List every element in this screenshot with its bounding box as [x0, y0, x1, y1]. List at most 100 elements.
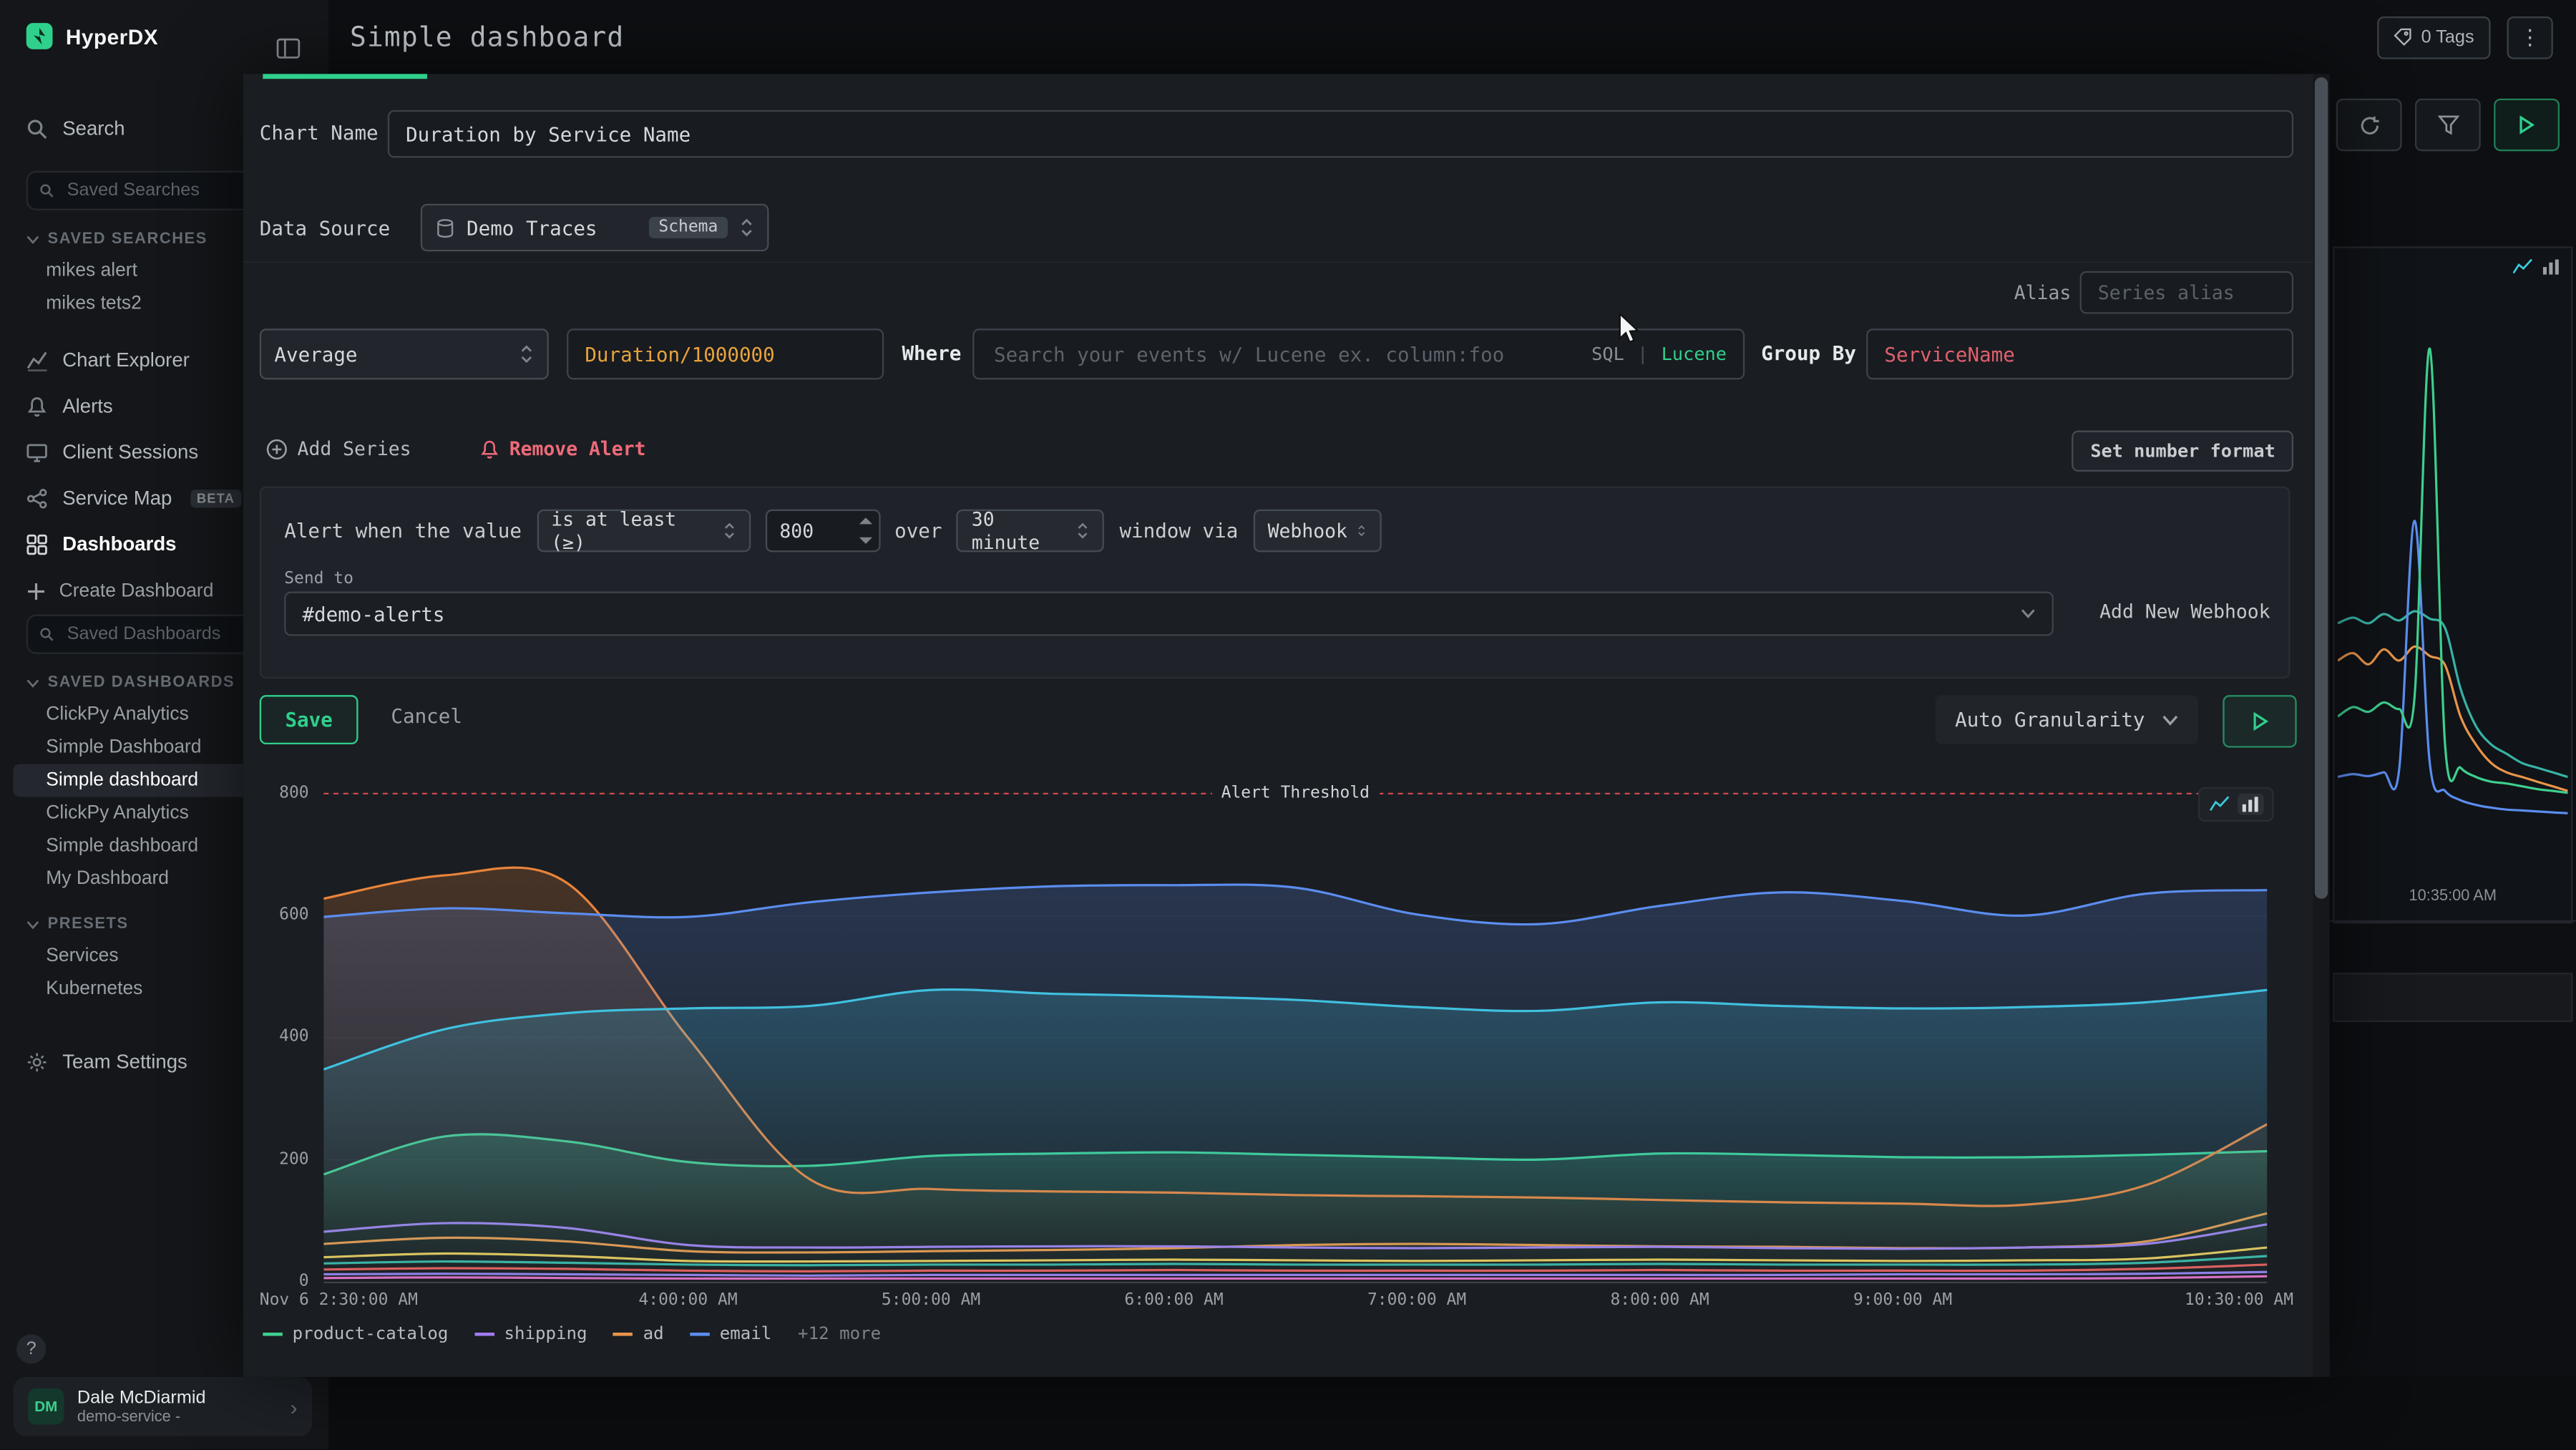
- background-page: 10:35:00 AM: [2330, 74, 2576, 1377]
- x-tick-label: 10:30:00 AM: [2185, 1292, 2293, 1310]
- add-new-webhook-button[interactable]: Add New Webhook: [2099, 600, 2270, 623]
- bar-chart-icon[interactable]: [2542, 258, 2562, 276]
- chevron-down-icon: [26, 678, 39, 688]
- section-label: SAVED DASHBOARDS: [48, 673, 235, 691]
- app: HyperDX Search SAVED SEARCHES mikes aler…: [0, 0, 2576, 1449]
- chart-name-input[interactable]: [388, 110, 2293, 158]
- lucene-toggle[interactable]: Lucene: [1662, 344, 1727, 365]
- legend-swatch: [613, 1333, 633, 1336]
- set-number-format-button[interactable]: Set number format: [2072, 431, 2293, 472]
- user-org: demo-service -: [77, 1407, 206, 1425]
- sidebar-item-label: Chart Explorer: [62, 349, 190, 371]
- legend-item[interactable]: ad: [613, 1324, 663, 1344]
- scrollbar-thumb[interactable]: [2315, 77, 2328, 899]
- bar-chart-toggle[interactable]: [2238, 794, 2264, 815]
- alias-input[interactable]: [2080, 271, 2293, 314]
- line-chart-icon[interactable]: [2512, 258, 2533, 276]
- add-series-button[interactable]: Add Series: [266, 437, 411, 460]
- alert-channel-select[interactable]: Webhook: [1253, 510, 1381, 553]
- more-options-button[interactable]: ⋮: [2507, 16, 2553, 59]
- sidebar-collapse-icon[interactable]: [273, 34, 302, 61]
- where-input[interactable]: [990, 341, 1578, 367]
- x-tick-label: 6:00:00 AM: [1124, 1292, 1223, 1310]
- chart-legend: product-catalog shipping ad email +12 more: [263, 1324, 881, 1344]
- y-tick-label: 400: [279, 1028, 308, 1046]
- y-tick-label: 200: [279, 1151, 308, 1169]
- plus-circle-icon: [266, 438, 288, 459]
- remove-alert-button[interactable]: Remove Alert: [479, 437, 645, 460]
- x-tick-label: 8:00:00 AM: [1610, 1292, 1709, 1310]
- play-icon: [2252, 711, 2268, 731]
- alert-over-label: over: [894, 520, 942, 542]
- step-down-icon[interactable]: [859, 537, 872, 544]
- search-icon: [26, 117, 48, 139]
- kebab-icon: ⋮: [2519, 24, 2541, 50]
- legend-label: product-catalog: [293, 1324, 449, 1344]
- legend-label: ad: [643, 1324, 664, 1344]
- help-label: ?: [26, 1339, 36, 1359]
- search-icon: [39, 183, 54, 199]
- refresh-button[interactable]: [2336, 99, 2402, 151]
- page-title: Simple dashboard: [350, 21, 624, 53]
- alert-config-panel: Alert when the value is at least (≥) ove…: [260, 487, 2290, 679]
- hyperdx-logo-icon: [26, 23, 53, 49]
- remove-alert-label: Remove Alert: [509, 437, 646, 460]
- run-query-button[interactable]: [2494, 99, 2560, 151]
- tags-button[interactable]: 0 Tags: [2377, 16, 2491, 59]
- tag-icon: [2394, 28, 2411, 46]
- granularity-select[interactable]: Auto Granularity: [1936, 695, 2198, 744]
- x-tick-label: 9:00:00 AM: [1853, 1292, 1952, 1310]
- alert-condition-select[interactable]: is at least (≥): [537, 510, 750, 553]
- webhook-select[interactable]: #demo-alerts: [284, 592, 2054, 636]
- step-up-icon[interactable]: [859, 517, 872, 524]
- avatar: DM: [28, 1388, 64, 1425]
- number-stepper[interactable]: [859, 517, 874, 544]
- y-tick-label: 600: [279, 907, 308, 925]
- aggregation-select[interactable]: Average: [260, 329, 549, 379]
- data-source-value: Demo Traces: [467, 216, 637, 239]
- data-source-select[interactable]: Demo Traces Schema: [421, 204, 769, 252]
- filter-button[interactable]: [2415, 99, 2481, 151]
- alert-window-select[interactable]: 30 minute: [957, 510, 1105, 553]
- group-by-label: Group By: [1761, 342, 1856, 365]
- sidebar-item-label: Alerts: [62, 394, 112, 417]
- bell-icon: [26, 395, 48, 417]
- legend-item[interactable]: email: [690, 1324, 771, 1344]
- user-card[interactable]: DM Dale McDiarmid demo-service - ›: [13, 1377, 312, 1436]
- divider: [243, 261, 2330, 263]
- save-label: Save: [285, 709, 332, 731]
- alert-window-value: 30 minute: [972, 507, 1067, 553]
- chevron-down-icon: [2162, 714, 2178, 726]
- line-chart-icon[interactable]: [2208, 795, 2231, 813]
- field-input[interactable]: [567, 329, 884, 379]
- main-chart-plot[interactable]: Alert Threshold: [323, 772, 2267, 1283]
- chevron-down-icon: [26, 234, 39, 244]
- active-tab-indicator: [263, 74, 427, 79]
- set-number-format-label: Set number format: [2090, 440, 2275, 462]
- chart-name-label: Chart Name: [260, 122, 379, 145]
- legend-more[interactable]: +12 more: [798, 1324, 881, 1344]
- group-by-input[interactable]: [1866, 329, 2293, 379]
- save-button[interactable]: Save: [260, 695, 358, 744]
- data-source-label: Data Source: [260, 217, 390, 240]
- x-axis-labels: Nov 6 2:30:00 AM4:00:00 AM5:00:00 AM6:00…: [260, 1292, 2293, 1313]
- modal-scrollbar[interactable]: [2313, 74, 2330, 1377]
- sql-toggle[interactable]: SQL: [1591, 344, 1624, 365]
- alias-label: Alias: [2014, 281, 2071, 304]
- chart-explorer-icon: [26, 349, 48, 371]
- help-button[interactable]: ?: [16, 1334, 46, 1363]
- chevron-right-icon: ›: [291, 1394, 298, 1419]
- cancel-button[interactable]: Cancel: [391, 705, 462, 728]
- chart-area: 0200400600800 Alert Threshold Nov 6 2:30…: [260, 772, 2293, 1348]
- where-label: Where: [902, 342, 961, 365]
- legend-item[interactable]: product-catalog: [263, 1324, 448, 1344]
- divider: [2330, 920, 2576, 922]
- run-chart-button[interactable]: [2223, 695, 2296, 747]
- legend-item[interactable]: shipping: [474, 1324, 587, 1344]
- bell-icon: [479, 438, 499, 459]
- refresh-icon: [2358, 115, 2380, 136]
- add-series-label: Add Series: [298, 437, 411, 460]
- chart-editor-modal: Chart Name Data Source Demo Traces Schem…: [243, 74, 2330, 1377]
- schema-badge[interactable]: Schema: [649, 217, 728, 238]
- alert-condition-value: is at least (≥): [551, 507, 712, 553]
